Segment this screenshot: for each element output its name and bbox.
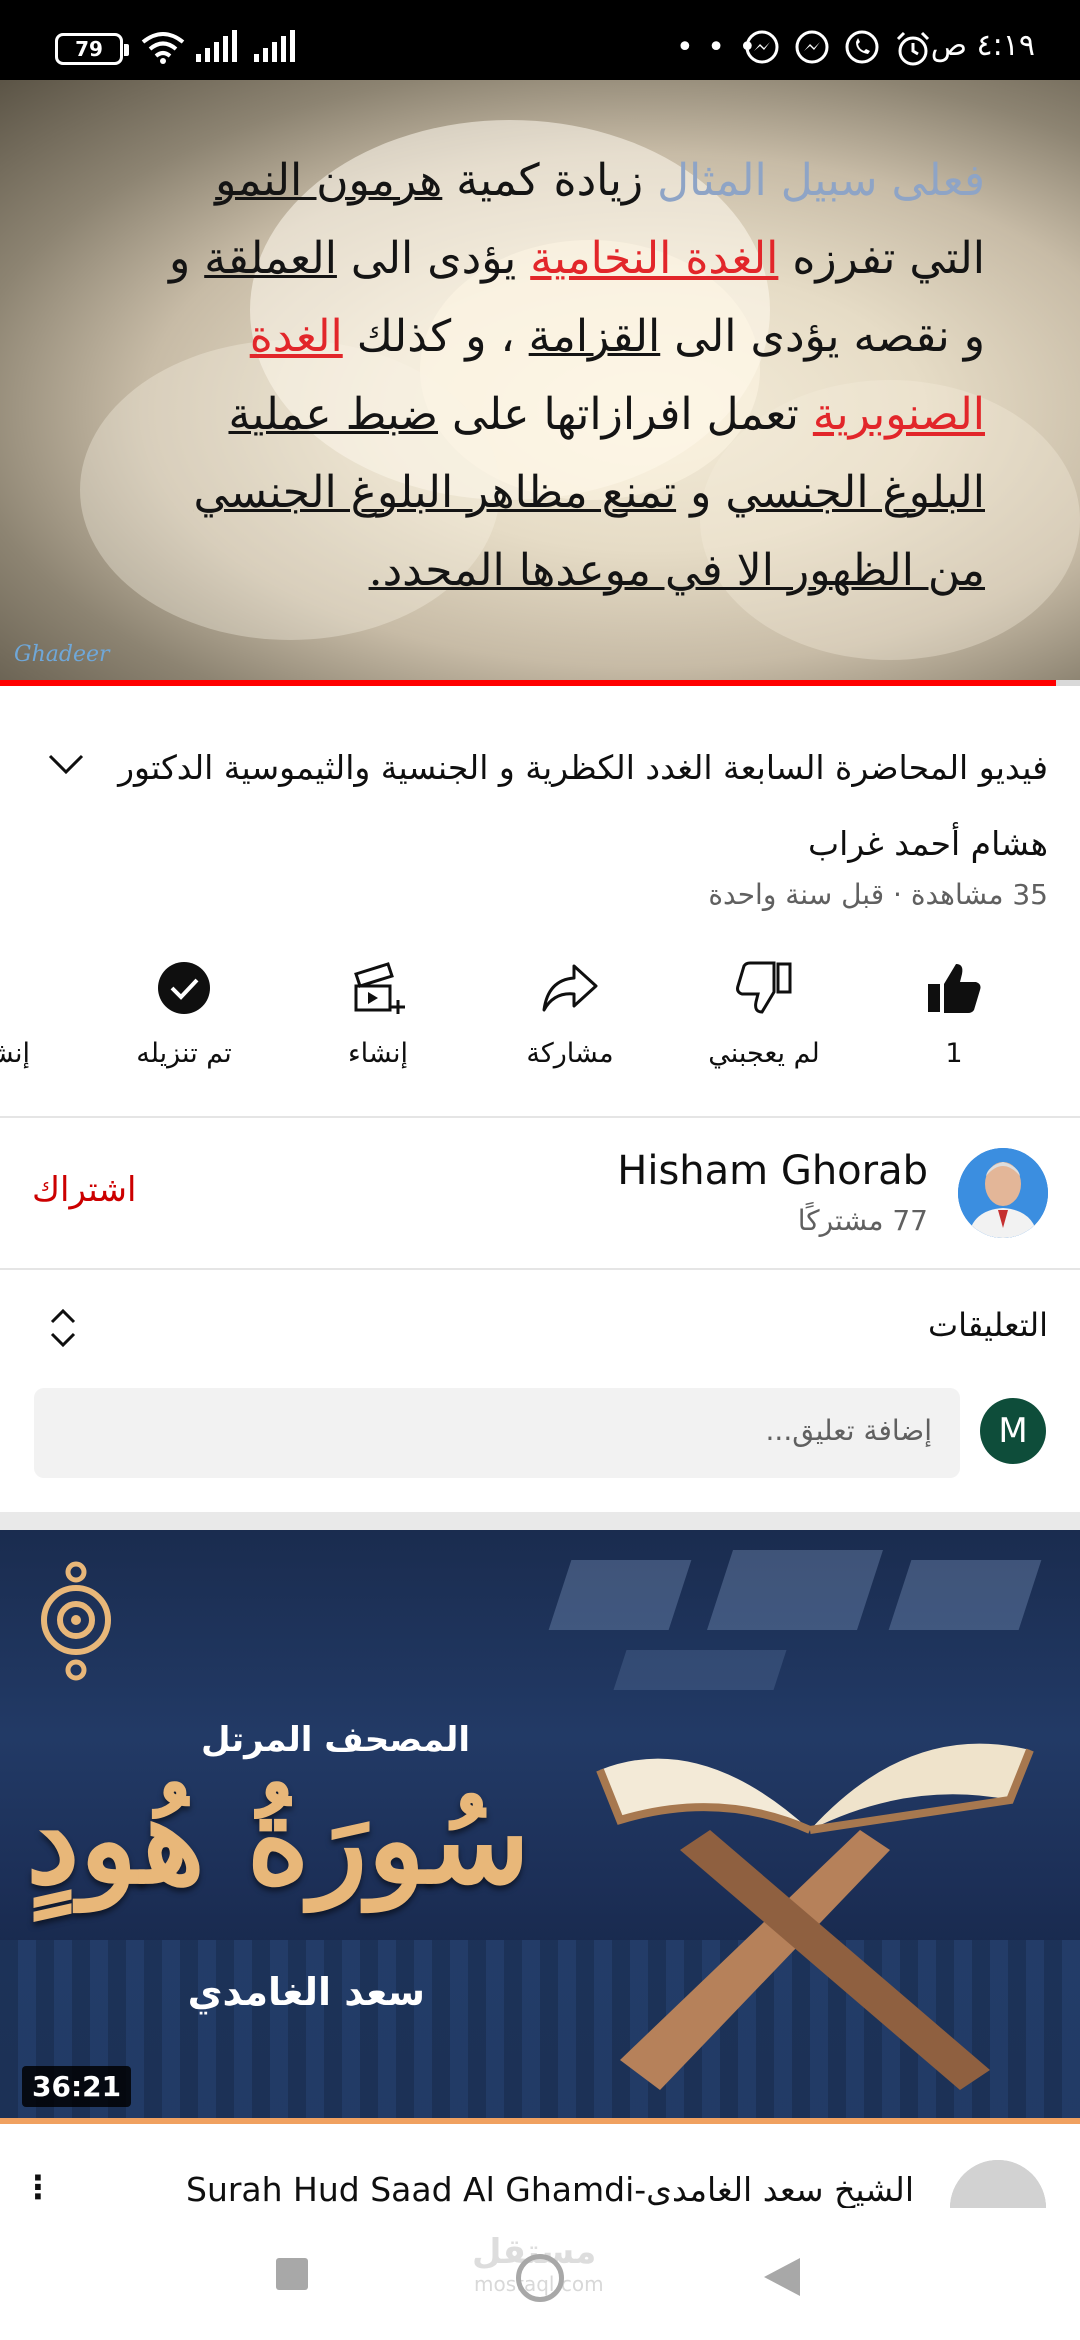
clock: ٤:١٩ ص (930, 28, 1035, 63)
downloaded-check-icon (158, 962, 210, 1014)
slide-text-part: العملقة (204, 233, 337, 284)
slide-text-part: هرمون النمو (215, 155, 443, 206)
video-title[interactable]: فيديو المحاضرة السابعة الغدد الكظرية و ا… (118, 730, 1048, 882)
messenger-icon (795, 30, 829, 64)
video-meta: 35 مشاهدة · قبل سنة واحدة (708, 878, 1048, 911)
whatsapp-icon (845, 30, 879, 64)
divider (0, 1116, 1080, 1118)
slide-text-part: زيادة كمية (442, 155, 658, 206)
slide-line: التي تفرزه الغدة النخامية يؤدى الى العمل… (85, 220, 985, 298)
signal-icon (196, 30, 237, 62)
slide-text-part: ضبط عملية (228, 389, 438, 440)
slide-text-part: ، و كذلك (342, 311, 529, 362)
battery-icon: 79 (55, 33, 129, 65)
slide-text-part: يؤدى الى (336, 233, 531, 284)
more-vert-icon[interactable]: ⋮ (22, 2168, 54, 2206)
slide-line: من الظهور الا في موعدها المحدد. (85, 532, 985, 610)
slide-text-part: الغدة النخامية (530, 233, 779, 284)
thumbs-down-icon (736, 961, 792, 1014)
create-label: إنشاء (347, 1038, 409, 1069)
channel-name[interactable]: Hisham Ghorab (617, 1148, 928, 1194)
clip-button[interactable]: إنشاء (0, 960, 90, 1069)
ornament-icon (41, 1561, 111, 1681)
chevron-down-icon[interactable] (44, 746, 88, 782)
slide-text-part: البلوغ الجنسي (725, 467, 985, 518)
home-button[interactable] (516, 2254, 564, 2302)
like-button[interactable]: 1 (864, 960, 1044, 1069)
share-button[interactable]: مشاركة (480, 960, 660, 1069)
dislike-label: لم يعجبني (708, 1038, 820, 1069)
back-icon[interactable] (762, 2256, 802, 2298)
slide-text-part: و نقصه يؤدى الى (660, 311, 985, 362)
slide-text-part: فعلى سبيل المثال (657, 155, 985, 206)
status-bar: 79 • • • ٤:١٩ ص (0, 0, 1080, 80)
recents-button[interactable] (276, 2258, 308, 2290)
wifi-icon (141, 32, 185, 64)
share-icon (542, 964, 598, 1012)
slide-line: البلوغ الجنسي و تمنع مظاهر البلوغ الجنسي (85, 454, 985, 532)
messenger-icon (745, 30, 779, 64)
divider (0, 1268, 1080, 1270)
scissors-icon (0, 960, 30, 1016)
slide-text-part: و (676, 467, 726, 518)
slide-text-part: الغدة (249, 311, 343, 362)
section-separator (0, 1512, 1080, 1530)
slide-line: الصنوبرية تعمل افرازاتها على ضبط عملية (85, 376, 985, 454)
comment-placeholder: إضافة تعليق... (765, 1414, 932, 1447)
slide-text-part: القزامة (528, 311, 661, 362)
create-button[interactable]: إنشاء (288, 960, 468, 1069)
slide-text-part: من الظهور الا في موعدها المحدد. (368, 545, 985, 596)
thumbnail-reciter: سعد الغامدي (187, 1970, 425, 2014)
slide-line: و نقصه يؤدى الى القزامة ، و كذلك الغدة (85, 298, 985, 376)
slide-text-part: تمنع مظاهر البلوغ الجنسي (193, 467, 677, 518)
channel-avatar[interactable] (958, 1148, 1048, 1238)
next-video-title[interactable]: الشيخ سعد الغامدى-Surah Hud Saad Al Gham… (186, 2170, 914, 2209)
alarm-icon (896, 31, 930, 66)
slide-text-part: الصنوبرية (812, 389, 985, 440)
slide-text-part: التي تفرزه (778, 233, 985, 284)
video-player[interactable]: فعلى سبيل المثال زيادة كمية هرمون النمو ا… (0, 80, 1080, 680)
user-avatar: M (980, 1398, 1046, 1464)
download-button[interactable]: تم تنزيله (94, 960, 274, 1069)
avatar-photo (958, 1148, 1048, 1238)
slide-line: فعلى سبيل المثال زيادة كمية هرمون النمو (85, 142, 985, 220)
slide-text: فعلى سبيل المثال زيادة كمية هرمون النمو ا… (85, 142, 985, 610)
slide-text-part: تعمل افرازاتها على (438, 389, 813, 440)
subscribe-button[interactable]: اشتراك (32, 1170, 136, 1210)
thumbnail-calligraphy: سُورَةُ هُودٍ (26, 1770, 530, 1911)
progress-bar (0, 680, 1057, 686)
signal-icon (254, 30, 295, 62)
clip-label: إنشاء (0, 1038, 31, 1069)
share-label: مشاركة (526, 1038, 614, 1069)
expand-collapse-icon[interactable] (48, 1306, 78, 1350)
subscriber-count: 77 مشتركًا (797, 1204, 928, 1237)
thumbnail-accent-bar (0, 2118, 1080, 2124)
create-icon (354, 962, 405, 1014)
video-duration: 36:21 (22, 2066, 132, 2107)
quran-stand-image (596, 1743, 1034, 2090)
like-count: 1 (945, 1038, 963, 1069)
dislike-button[interactable]: لم يعجبني (674, 960, 854, 1069)
video-watermark: Ghadeer (14, 642, 110, 667)
slide-text-part: و (168, 233, 205, 284)
downloaded-label: تم تنزيله (136, 1038, 232, 1069)
comments-title[interactable]: التعليقات (928, 1306, 1048, 1344)
thumbnail-caption: المصحف المرتل (200, 1720, 470, 1760)
thumbs-up-icon (928, 964, 981, 1013)
